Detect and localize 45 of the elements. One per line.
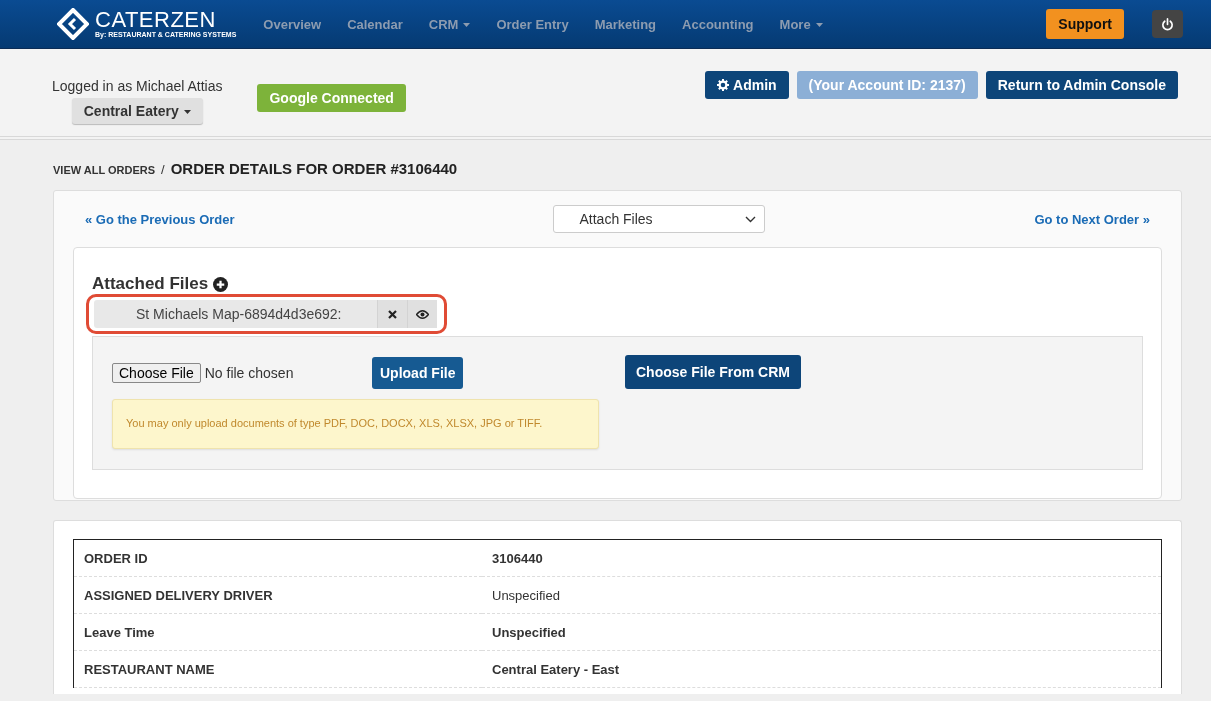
close-icon (388, 309, 397, 319)
detail-value: 3106440 (482, 539, 1162, 577)
logged-in-text: Logged in as Michael Attias (52, 78, 223, 94)
detail-label: ORDER ID (73, 539, 482, 577)
nav-link[interactable]: Marketing (581, 16, 670, 32)
nav-link[interactable]: Overview (250, 16, 335, 32)
eye-icon (416, 309, 429, 319)
section-title: Attached Files (92, 274, 209, 294)
breadcrumb-separator: / (161, 162, 165, 177)
detail-label: ASSIGNED DELIVERY DRIVER (73, 576, 482, 614)
choose-file-button[interactable]: Choose File (112, 363, 201, 383)
detail-label: RESTAURANT NAME (73, 650, 482, 688)
breadcrumb-link[interactable]: VIEW ALL ORDERS (53, 164, 156, 176)
detail-value: Central Eatery - East (482, 650, 1162, 688)
brand-name: CATERZEN (95, 9, 217, 31)
file-name: St Michaels Map-6894d4d3e692: (135, 305, 343, 324)
nav-link[interactable]: CRM (415, 16, 484, 32)
support-button[interactable]: Support (1046, 9, 1124, 39)
previous-order-link[interactable]: « Go the Previous Order (85, 211, 235, 227)
logo-icon (57, 8, 89, 40)
location-dropdown[interactable]: Central Eatery (71, 98, 203, 124)
nav-link[interactable]: More (766, 16, 836, 32)
nav-link[interactable]: Calendar (334, 16, 416, 32)
view-button[interactable] (407, 300, 437, 328)
file-type-notice: You may only upload documents of type PDF, DOC, DOCX, XLS, XLSX, JPG or TIFF. (112, 399, 599, 449)
detail-value: Unspecified (482, 576, 1162, 614)
caret-icon (183, 110, 191, 115)
page-title: ORDER DETAILS FOR ORDER #3106440 (170, 160, 458, 177)
power-button[interactable] (1152, 10, 1183, 38)
detail-value: Unspecified (482, 613, 1162, 651)
remove-button[interactable] (377, 300, 407, 328)
power-icon (1161, 17, 1174, 31)
nav-link[interactable]: Order Entry (483, 16, 582, 32)
action-select[interactable]: Attach Files (553, 205, 766, 233)
nav-link[interactable]: Accounting (669, 16, 767, 32)
next-order-link[interactable]: Go to Next Order » (1034, 211, 1150, 227)
return-admin-button[interactable]: Return to Admin Console (985, 71, 1178, 99)
file-status: No file chosen (204, 365, 294, 381)
crm-file-button[interactable]: Choose File From CRM (625, 355, 801, 389)
gear-icon (717, 79, 730, 91)
add-icon[interactable] (213, 276, 229, 292)
detail-label: Leave Time (73, 613, 482, 651)
admin-button[interactable]: Admin (705, 71, 789, 99)
chevron-icon (745, 215, 757, 223)
upload-file-button[interactable]: Upload File (372, 357, 464, 389)
